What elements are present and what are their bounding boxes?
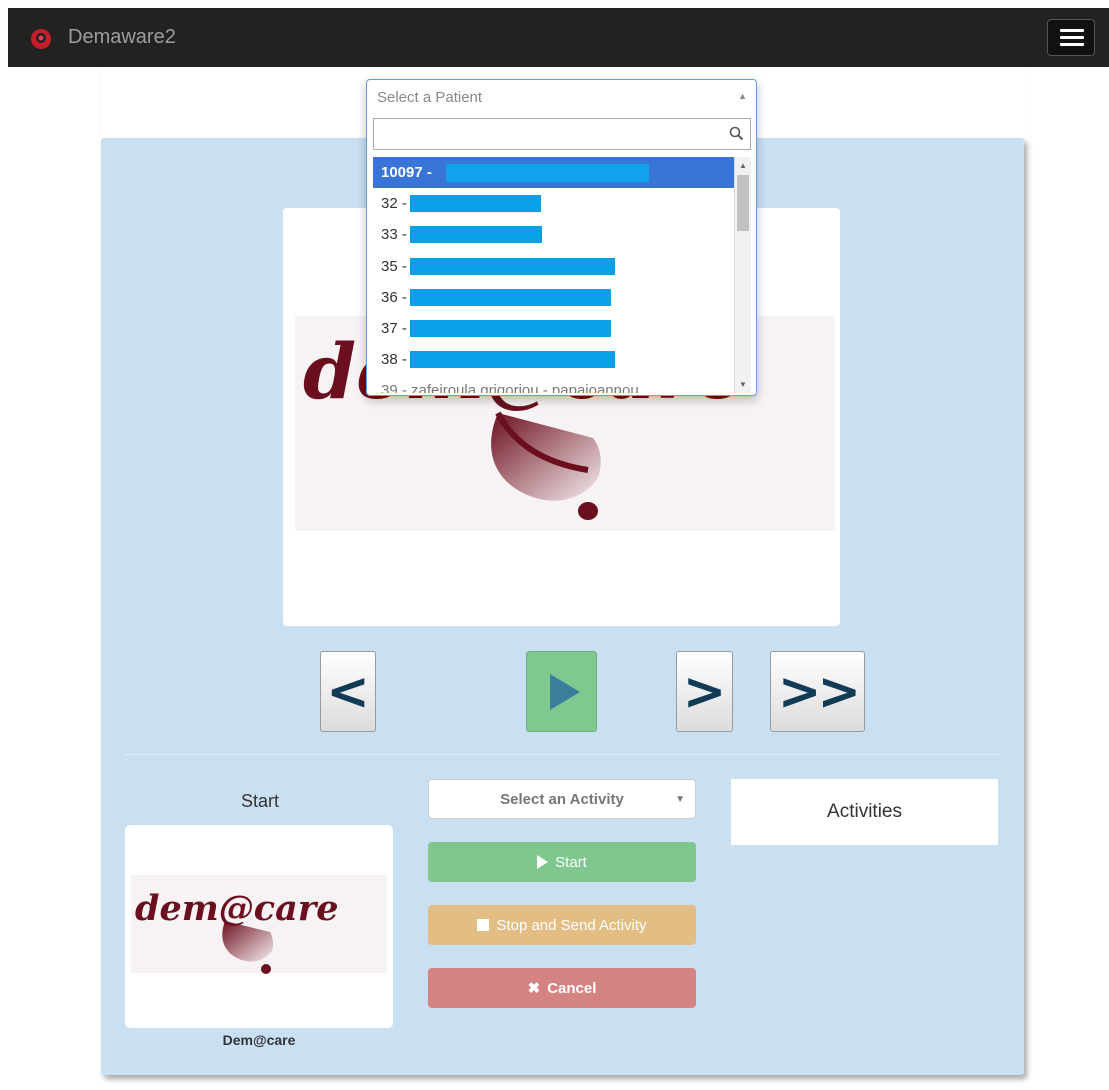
activity-select-placeholder: Select an Activity xyxy=(500,790,624,808)
redacted-name xyxy=(409,288,611,306)
hamburger-menu-icon[interactable] xyxy=(1047,19,1095,56)
thumbnail-caption: Dem@care xyxy=(222,1032,296,1048)
play-icon xyxy=(537,855,549,869)
scroll-up-icon[interactable]: ▲ xyxy=(739,161,747,170)
search-icon xyxy=(729,126,744,141)
play-icon xyxy=(549,673,580,710)
navbar: Demaware2 xyxy=(8,8,1109,67)
start-thumbnail[interactable]: dem@care xyxy=(125,825,393,1028)
scroll-down-icon[interactable]: ▼ xyxy=(739,380,747,389)
fast-forward-button[interactable]: >> xyxy=(770,651,865,732)
start-title: Start xyxy=(240,791,279,811)
divider xyxy=(124,754,1000,755)
previous-button[interactable]: < xyxy=(320,651,376,732)
play-button[interactable] xyxy=(526,651,597,732)
redacted-name xyxy=(409,226,542,244)
redacted-name xyxy=(409,320,611,338)
patient-option[interactable]: 33 - xyxy=(373,219,734,250)
patient-search-input[interactable] xyxy=(374,119,714,149)
patient-option[interactable]: 39 - zafeiroula grigoriou - papaioannou xyxy=(373,375,734,393)
activities-panel: Activities xyxy=(731,779,998,845)
stop-icon xyxy=(477,919,490,931)
patient-option[interactable]: 36 - xyxy=(373,282,734,313)
patient-option[interactable]: 32 - xyxy=(373,188,734,219)
caret-up-icon: ▲ xyxy=(738,91,747,101)
close-icon: ✖ xyxy=(527,980,541,997)
patient-option[interactable]: 10097 - xyxy=(373,157,734,189)
start-button[interactable]: Start xyxy=(428,842,696,882)
redacted-name xyxy=(445,163,649,182)
thumbnail-logo-text: dem@care xyxy=(135,888,338,929)
activity-select[interactable]: Select an Activity ▼ xyxy=(428,779,696,819)
patient-options-list[interactable]: 10097 - 32 - 33 - 35 - 36 - 37 - 38 - 39… xyxy=(373,157,751,393)
demaware-logo-icon xyxy=(31,29,51,49)
redacted-name xyxy=(409,351,615,369)
stop-and-send-button[interactable]: Stop and Send Activity xyxy=(428,905,696,945)
next-button[interactable]: > xyxy=(676,651,733,732)
caret-down-icon: ▼ xyxy=(675,794,685,805)
redacted-name xyxy=(409,257,615,275)
patient-select-dropdown[interactable]: Select a Patient ▲ 10097 - 32 - 33 - 35 … xyxy=(366,79,757,396)
patient-option[interactable]: 37 - xyxy=(373,313,734,344)
cancel-button[interactable]: ✖ Cancel xyxy=(428,968,696,1008)
patient-option[interactable]: 35 - xyxy=(373,251,734,282)
scrollbar-thumb[interactable] xyxy=(737,175,749,231)
patient-option[interactable]: 38 - xyxy=(373,344,734,375)
dropdown-scrollbar[interactable]: ▲ ▼ xyxy=(734,157,751,393)
brand-name[interactable]: Demaware2 xyxy=(68,26,176,49)
patient-search-field[interactable] xyxy=(373,118,751,150)
patient-select-placeholder[interactable]: Select a Patient xyxy=(377,89,482,106)
activities-title: Activities xyxy=(827,801,902,822)
redacted-name xyxy=(409,195,541,213)
